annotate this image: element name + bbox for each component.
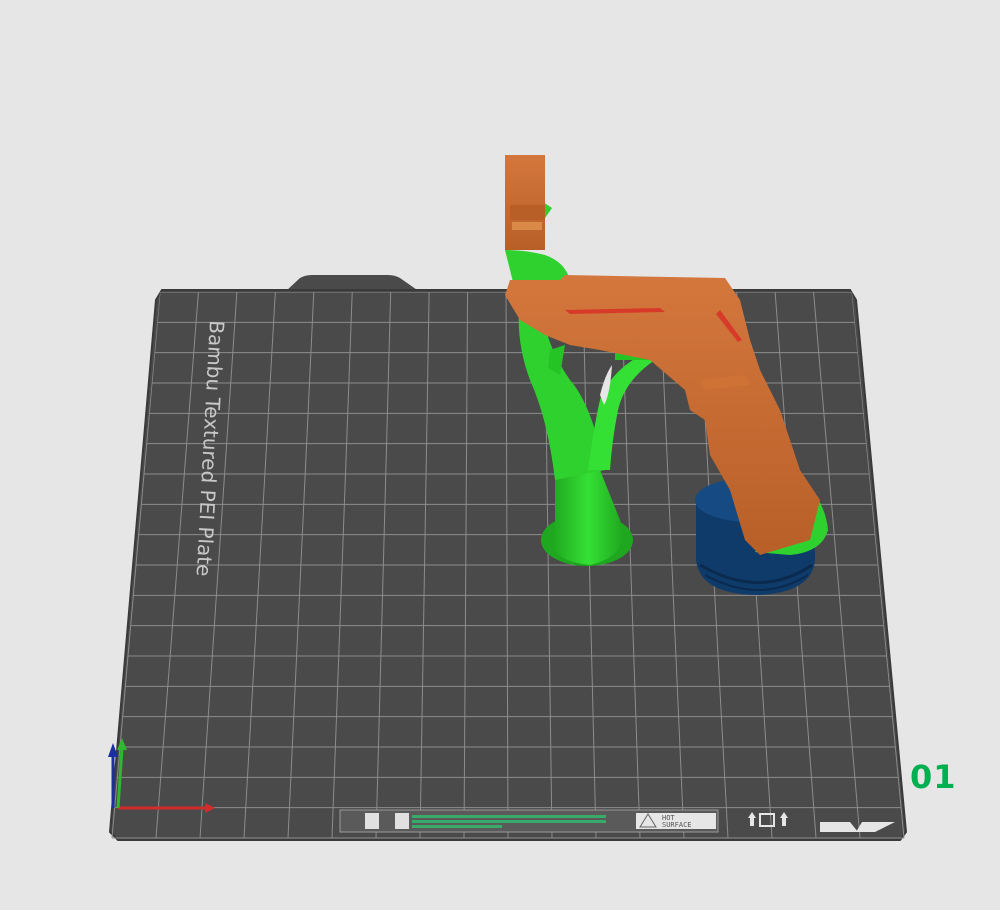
plate-number[interactable]: 01 xyxy=(910,758,957,796)
3d-viewport[interactable]: Bambu Textured PEI Plate HOT SURFACE 01 xyxy=(0,0,1000,910)
surface-label: SURFACE xyxy=(662,821,692,829)
plate-info-strip: HOT SURFACE xyxy=(339,809,719,833)
scene-canvas[interactable]: Bambu Textured PEI Plate HOT SURFACE xyxy=(0,0,1000,910)
